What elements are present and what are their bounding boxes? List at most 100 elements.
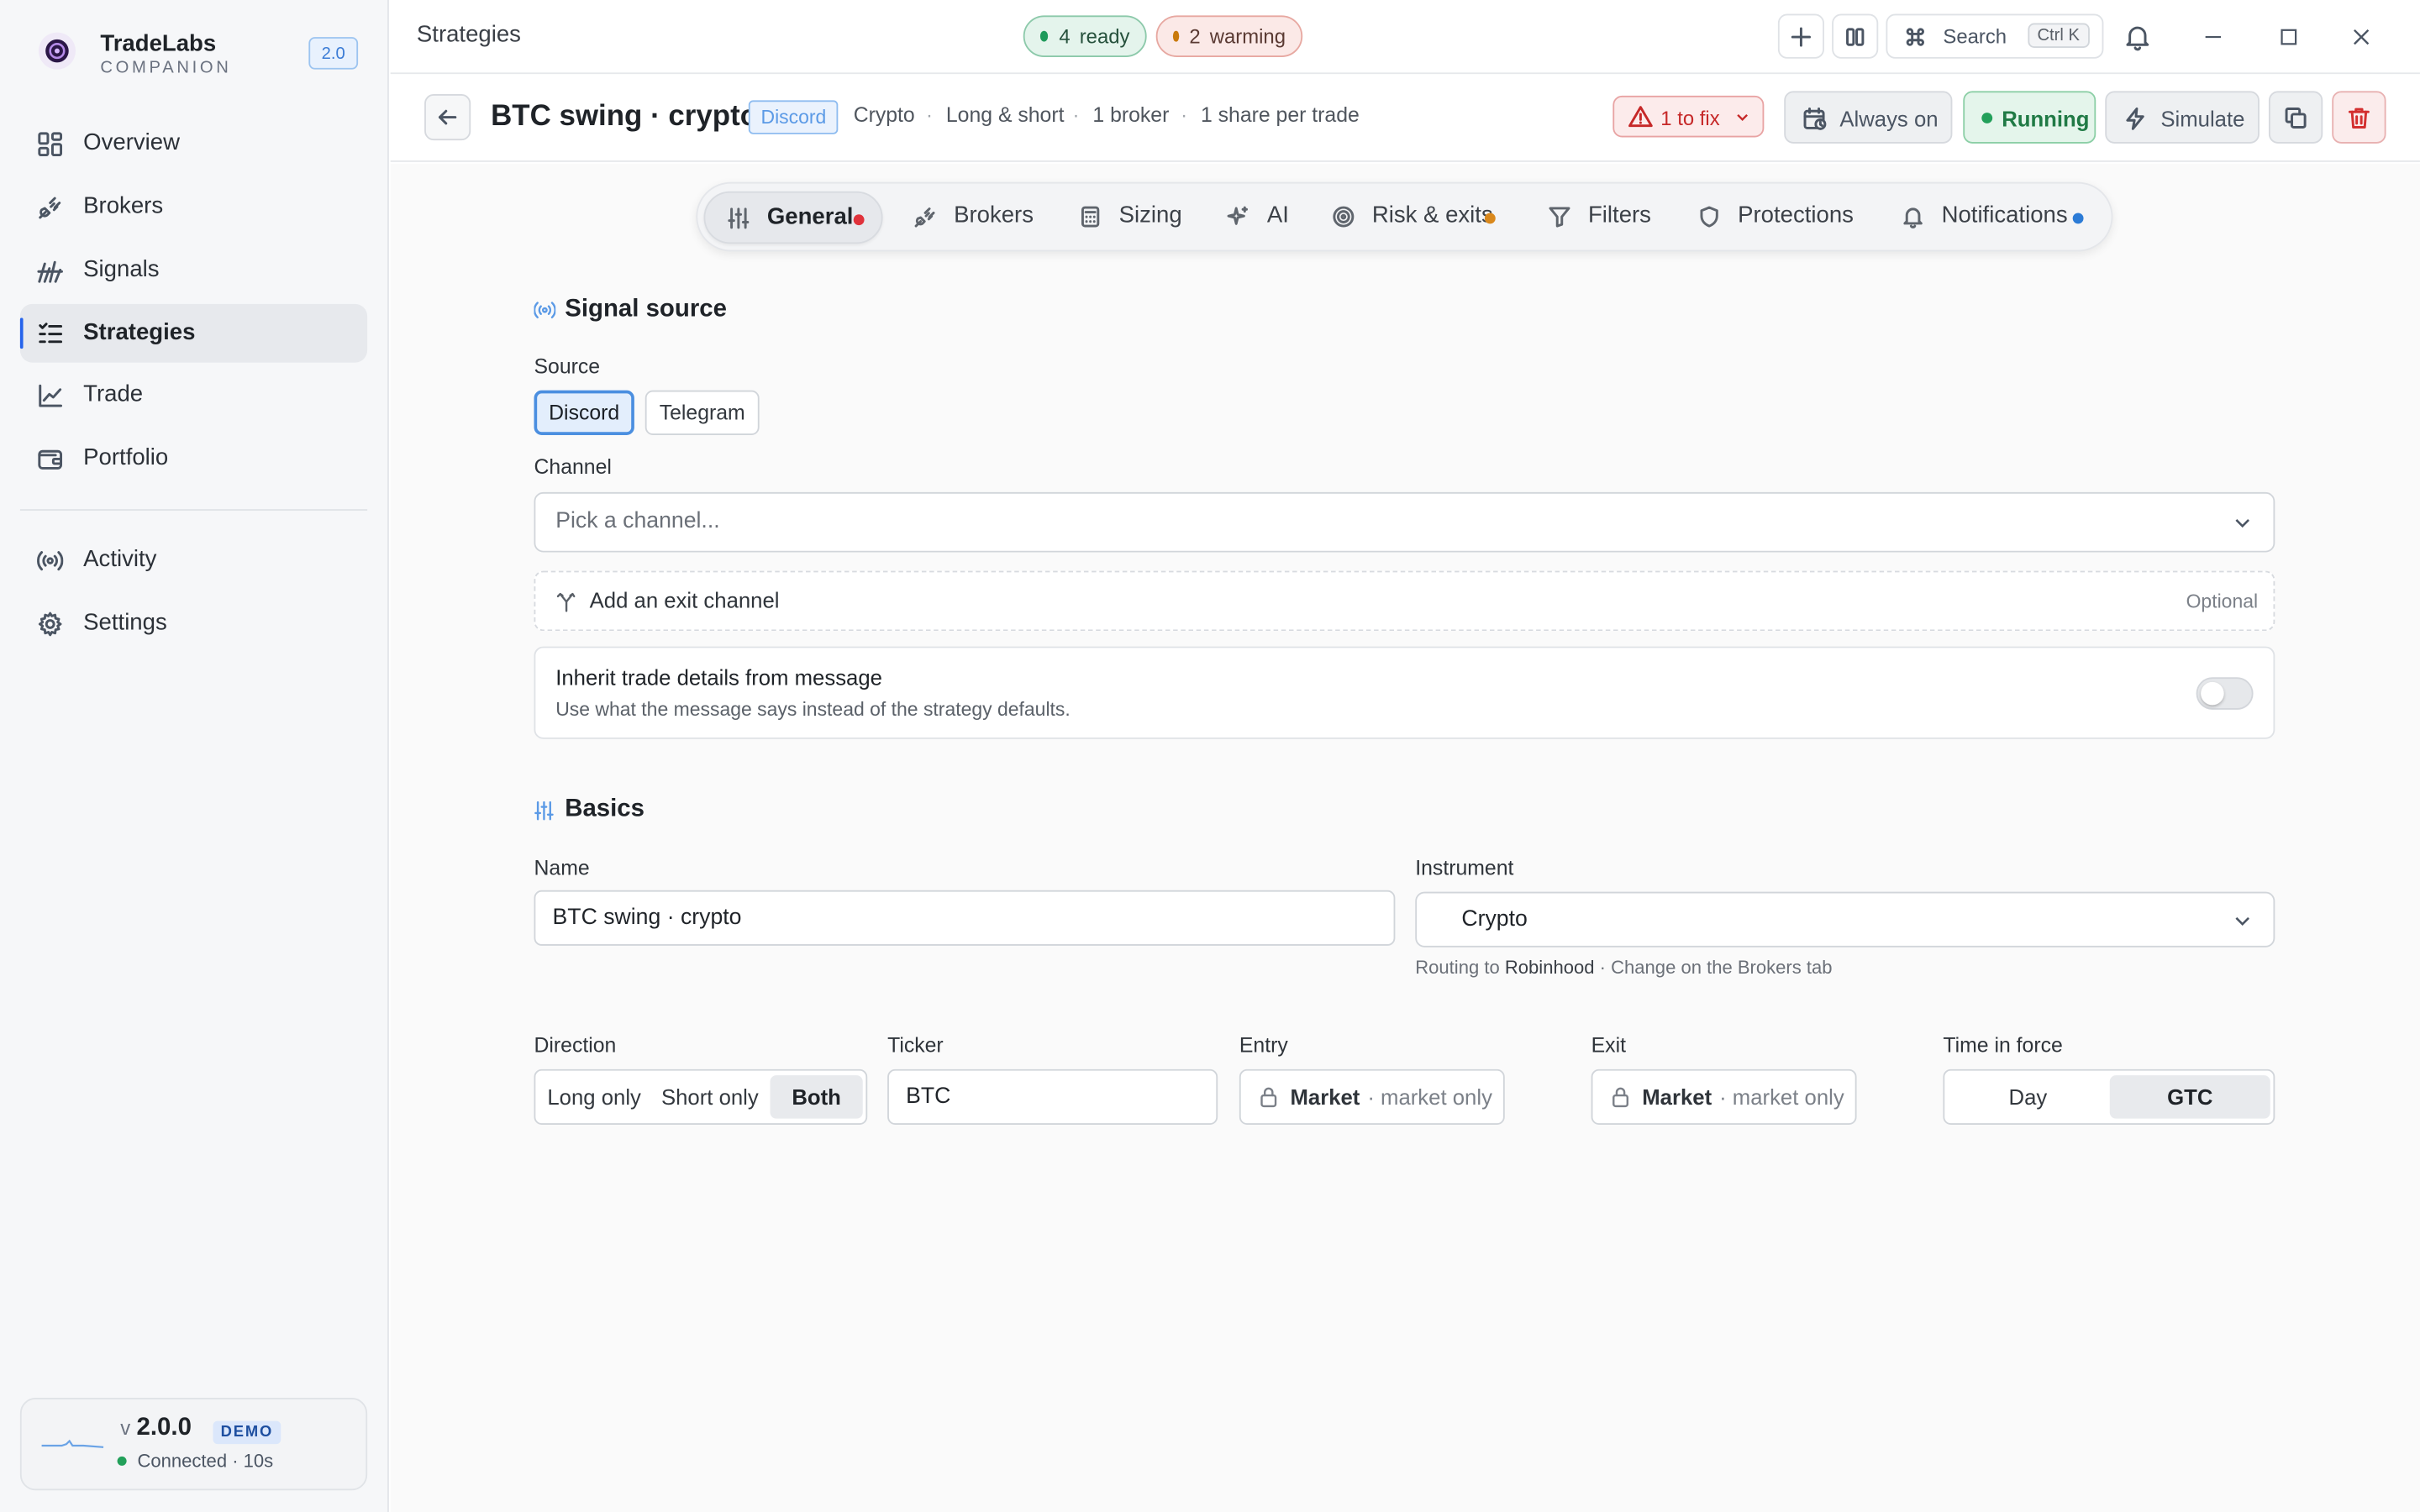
instrument-value: Crypto (1461, 906, 1528, 932)
inherit-toggle[interactable] (2196, 677, 2254, 710)
search-button[interactable]: Search Ctrl K (1886, 13, 2104, 59)
tif-segmented: Day GTC (1943, 1068, 2275, 1125)
plus-icon (1791, 26, 1812, 46)
tif-gtc[interactable]: GTC (2109, 1075, 2270, 1119)
search-label: Search (1943, 24, 2007, 48)
warning-dot (1484, 213, 1496, 224)
demo-badge: DEMO (213, 1420, 281, 1445)
tab-general[interactable]: General (703, 191, 883, 244)
sidebar-item-trade[interactable]: Trade (20, 365, 367, 424)
status-dot (117, 1456, 127, 1466)
channel-select[interactable]: Pick a channel... (534, 491, 2275, 553)
exit-field: Market · market only (1591, 1068, 1857, 1125)
direction-long-only[interactable]: Long only (540, 1075, 649, 1118)
delete-button[interactable] (2332, 91, 2386, 144)
status-dot (1981, 113, 1993, 123)
direction-short-only[interactable]: Short only (653, 1075, 767, 1118)
sparkline-icon (41, 1439, 104, 1448)
version-number: 2.0.0 (136, 1415, 192, 1441)
sidebar-item-portfolio[interactable]: Portfolio (20, 429, 367, 488)
channel-label: Channel (534, 454, 612, 479)
sidebar-item-signals[interactable]: Signals (20, 241, 367, 300)
arrow-left-icon (438, 109, 457, 125)
add-button[interactable] (1777, 13, 1824, 59)
section-title-basics: Basics (565, 795, 644, 822)
channel-placeholder: Pick a channel... (555, 509, 720, 534)
title-bar: Strategies 4 ready 2 warming Search Ctrl… (390, 0, 2420, 75)
lightning-icon (2126, 108, 2144, 130)
close-icon (2354, 29, 2370, 45)
simulate-button[interactable]: Simulate (2105, 91, 2260, 144)
meta-separator: · (926, 103, 933, 127)
direction-both[interactable]: Both (770, 1075, 863, 1119)
notifications-button[interactable] (2121, 20, 2154, 54)
warming-status-pill[interactable]: 2 warming (1155, 15, 1303, 57)
tab-sizing[interactable]: Sizing (1057, 192, 1196, 244)
source-badge: Discord (748, 100, 839, 134)
tab-risk-exits[interactable]: Risk & exits (1310, 192, 1513, 244)
tab-notifications[interactable]: Notifications (1880, 192, 2096, 244)
add-exit-channel-button[interactable]: Add an exit channel Optional (534, 570, 2275, 632)
exit-sub: · market only (1719, 1084, 1844, 1110)
tab-filters[interactable]: Filters (1526, 192, 1665, 244)
routing-broker-link[interactable]: Robinhood (1505, 957, 1595, 979)
source-option-telegram[interactable]: Telegram (644, 390, 760, 435)
ticker-input[interactable]: BTC (887, 1068, 1218, 1125)
sidebar-item-label: Strategies (83, 319, 196, 346)
minimize-icon (2205, 35, 2222, 39)
tif-label: Time in force (1943, 1033, 2063, 1058)
tab-label: Notifications (1941, 202, 2068, 228)
tab-ai[interactable]: AI (1205, 192, 1301, 244)
entry-label: Entry (1239, 1033, 1288, 1058)
brand-logo-icon (37, 31, 77, 71)
tab-protections[interactable]: Protections (1676, 192, 1865, 244)
direction-label: Direction (534, 1033, 617, 1058)
close-button[interactable] (2344, 20, 2378, 54)
tab-label: Risk & exits (1371, 202, 1493, 228)
sidebar-item-label: Brokers (83, 192, 164, 219)
columns-button[interactable] (1832, 13, 1879, 59)
broadcast-icon (534, 302, 556, 319)
back-button[interactable] (424, 94, 471, 141)
target-icon (1333, 206, 1355, 228)
source-option-discord[interactable]: Discord (534, 390, 634, 435)
maximize-button[interactable] (2272, 20, 2306, 54)
section-title-signal-source: Signal source (565, 296, 727, 323)
instrument-select[interactable]: Crypto (1415, 891, 2275, 948)
minimize-button[interactable] (2196, 20, 2230, 54)
tab-label: Sizing (1118, 202, 1182, 228)
schedule-label: Always on (1839, 106, 1939, 132)
sidebar-item-overview[interactable]: Overview (20, 114, 367, 173)
sidebar-item-brokers[interactable]: Brokers (20, 177, 367, 236)
plug-icon (37, 194, 63, 220)
sidebar-item-label: Signals (83, 255, 160, 283)
sidebar-item-activity[interactable]: Activity (20, 531, 367, 590)
issues-button[interactable]: 1 to fix (1612, 95, 1765, 138)
version-badge: 2.0 (308, 37, 359, 70)
schedule-button[interactable]: Always on (1784, 91, 1953, 144)
sidebar-item-settings[interactable]: Settings (20, 594, 367, 653)
sliders-icon (728, 207, 750, 229)
lock-icon (1260, 1087, 1277, 1108)
maximize-icon (2281, 29, 2297, 45)
window-title: Strategies (416, 21, 521, 48)
name-input[interactable]: BTC swing · crypto (534, 890, 1396, 946)
name-label: Name (534, 856, 590, 879)
brand: TradeLabs COMPANION (37, 31, 229, 77)
entry-sub: · market only (1367, 1084, 1492, 1110)
duplicate-button[interactable] (2268, 91, 2323, 144)
meta-instrument: Crypto (853, 103, 915, 127)
running-toggle[interactable]: Running (1963, 91, 2096, 144)
entry-value: Market (1290, 1084, 1360, 1110)
sidebar-item-strategies[interactable]: Strategies (19, 303, 368, 363)
tab-label: Protections (1738, 202, 1854, 228)
calculator-icon (1081, 206, 1100, 228)
tif-day[interactable]: Day (1949, 1075, 2107, 1118)
ready-status-pill[interactable]: 4 ready (1023, 15, 1147, 57)
tab-brokers[interactable]: Brokers (892, 192, 1047, 244)
status-dot (1172, 30, 1179, 42)
exit-value: Market (1642, 1084, 1712, 1110)
tab-label: AI (1266, 202, 1289, 228)
search-shortcut: Ctrl K (2028, 23, 2089, 48)
warming-count: 2 (1189, 24, 1201, 48)
